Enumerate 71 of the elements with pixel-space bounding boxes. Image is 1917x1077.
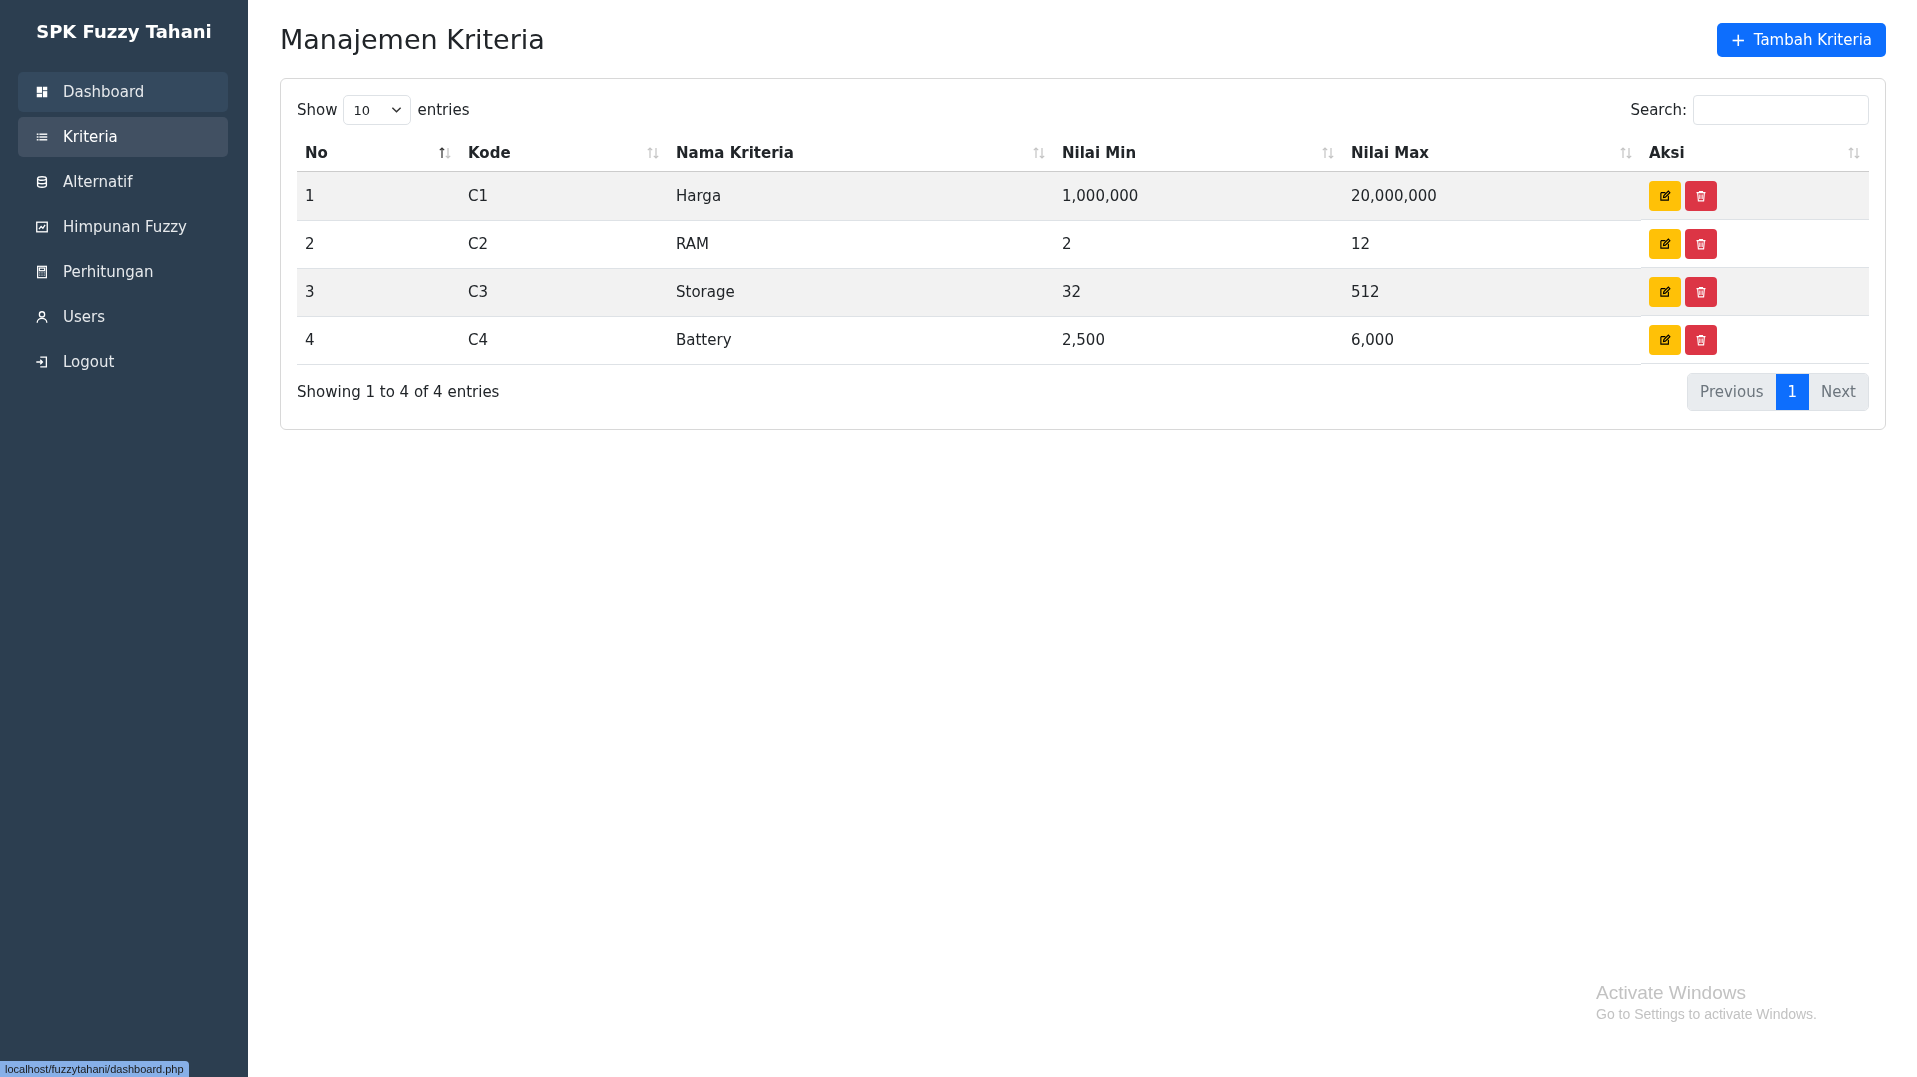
table-cell: C2 [460, 220, 668, 268]
edit-button[interactable] [1649, 276, 1681, 307]
table-info: Showing 1 to 4 of 4 entries [297, 382, 500, 401]
edit-icon [1659, 237, 1671, 250]
pagination-button[interactable]: Next [1809, 373, 1868, 410]
edit-button[interactable] [1649, 228, 1681, 259]
show-label: Show [297, 101, 338, 119]
activation-notice-text: Go to Settings to activate Windows. [1596, 1006, 1817, 1022]
user-icon [35, 310, 49, 324]
status-bar-url: localhost/fuzzytahani/dashboard.php [0, 1061, 189, 1077]
pagination-button[interactable]: Previous [1688, 373, 1776, 410]
trash-icon [1695, 333, 1707, 346]
table-cell: C3 [460, 268, 668, 316]
page-title: Manajemen Kriteria [280, 23, 545, 55]
edit-icon [1659, 333, 1671, 346]
entries-select[interactable]: 10 [343, 95, 412, 125]
table-cell: 4 [297, 316, 460, 364]
sidebar-item[interactable]: Alternatif [18, 162, 228, 202]
search-field[interactable] [1693, 95, 1869, 125]
calculator-icon [35, 265, 49, 279]
table-cell: 512 [1343, 268, 1641, 316]
table-cell: 2 [297, 220, 460, 268]
database-icon [35, 175, 49, 189]
table-cell: 12 [1343, 220, 1641, 268]
table-cell: 2 [1054, 220, 1343, 268]
grid-icon [35, 85, 49, 99]
logout-icon [35, 355, 49, 369]
chevron-icon [391, 106, 403, 114]
search-label: Search: [1630, 101, 1687, 119]
delete-button[interactable] [1685, 180, 1717, 211]
brand-title: SPK Fuzzy Tahani [35, 20, 213, 44]
trash-icon [1695, 189, 1707, 202]
trash-icon [1695, 285, 1707, 298]
edit-icon [1659, 285, 1671, 298]
table-cell: 2,500 [1054, 316, 1343, 364]
edit-button[interactable] [1649, 180, 1681, 211]
table-cell: Storage [668, 268, 1054, 316]
sidebar-item[interactable]: Dashboard [18, 72, 228, 112]
table-cell: C4 [460, 316, 668, 364]
sidebar-item[interactable]: Perhitungan [18, 252, 228, 292]
edit-icon [1659, 189, 1671, 202]
table-cell: C1 [460, 171, 668, 220]
delete-button[interactable] [1685, 276, 1717, 307]
chart-icon [35, 220, 49, 234]
column-header[interactable]: Nilai Max [1343, 135, 1641, 172]
column-header[interactable]: Nama Kriteria [668, 135, 1054, 172]
delete-button[interactable] [1685, 324, 1717, 355]
column-header[interactable]: Kode [460, 135, 668, 172]
sidebar-item[interactable]: Himpunan Fuzzy [18, 207, 228, 247]
table-cell: 20,000,000 [1343, 171, 1641, 220]
table-cell: 6,000 [1343, 316, 1641, 364]
column-header[interactable]: No [297, 135, 460, 172]
table-cell: 1,000,000 [1054, 171, 1343, 220]
column-header[interactable]: Aksi [1641, 135, 1869, 172]
table-cell: 3 [297, 268, 460, 316]
trash-icon [1695, 237, 1707, 250]
add-button[interactable]: + Tambah Kriteria [1716, 23, 1886, 57]
activation-notice-title: Activate Windows [1596, 982, 1747, 1004]
sidebar-item[interactable]: Kriteria [18, 117, 228, 157]
sidebar-item[interactable]: Logout [18, 342, 228, 382]
table-cell: Harga [668, 171, 1054, 220]
pagination-button[interactable]: 1 [1775, 373, 1810, 410]
table-cell: Battery [668, 316, 1054, 364]
sidebar-item[interactable]: Users [18, 297, 228, 337]
table-cell: 32 [1054, 268, 1343, 316]
edit-button[interactable] [1649, 324, 1681, 355]
table-cell: 1 [297, 171, 460, 220]
delete-button[interactable] [1685, 228, 1717, 259]
entries-label: entries [417, 101, 470, 119]
column-header[interactable]: Nilai Min [1054, 135, 1343, 172]
table-cell: RAM [668, 220, 1054, 268]
